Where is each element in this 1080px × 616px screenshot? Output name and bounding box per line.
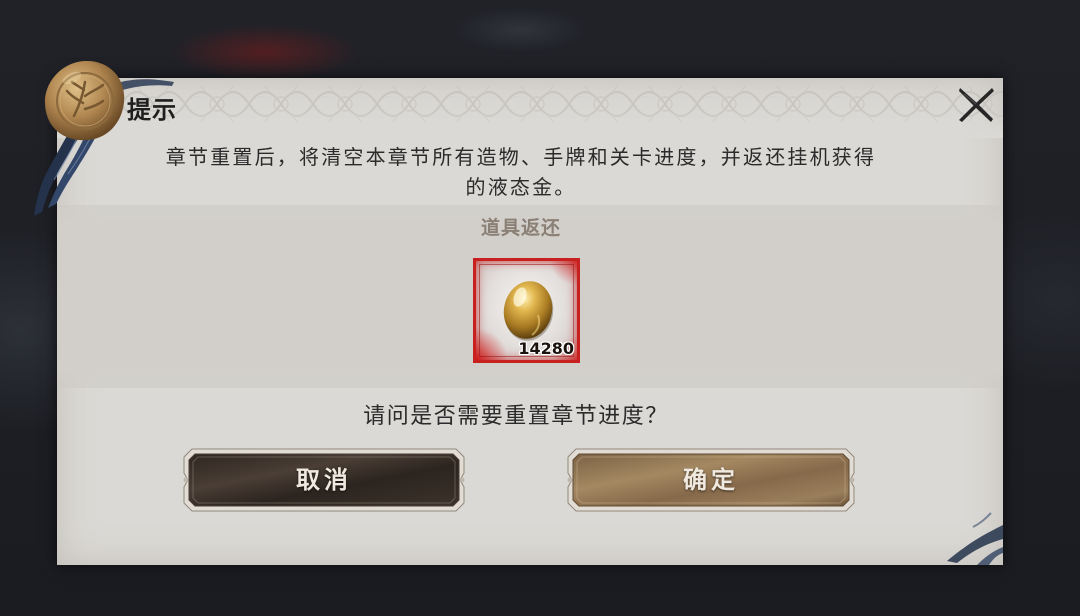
message-line-2: 的液态金。: [465, 175, 577, 199]
reward-item-count: 14280: [518, 339, 574, 358]
wax-seal-icon: [44, 60, 125, 141]
reward-item-card[interactable]: 14280: [473, 258, 580, 363]
message-line-1: 章节重置后，将清空本章节所有造物、手牌和关卡进度，并返还挂机获得: [165, 145, 877, 169]
rewards-label: 道具返还: [480, 217, 561, 239]
confirm-question: 请问是否需要重置章节进度？: [363, 404, 669, 429]
confirm-button[interactable]: 确定: [567, 448, 855, 512]
liquid-gold-egg-icon: [503, 281, 554, 341]
cancel-button-label: 取消: [296, 466, 352, 494]
close-button[interactable]: [956, 85, 996, 125]
reset-warning-message: 章节重置后，将清空本章节所有造物、手牌和关卡进度，并返还挂机获得 的液态金。: [141, 142, 901, 202]
close-x-icon[interactable]: [956, 85, 996, 125]
confirm-button-label: 确定: [683, 466, 739, 494]
lace-fade: [57, 78, 1003, 138]
reset-chapter-dialog: 提示 章节重置后，将清空本章节所有造物、手牌和关卡进度，并返还挂机获得 的液态金…: [57, 78, 1003, 565]
cancel-button[interactable]: 取消: [183, 448, 465, 512]
ink-splash-ornament: [947, 512, 1003, 565]
